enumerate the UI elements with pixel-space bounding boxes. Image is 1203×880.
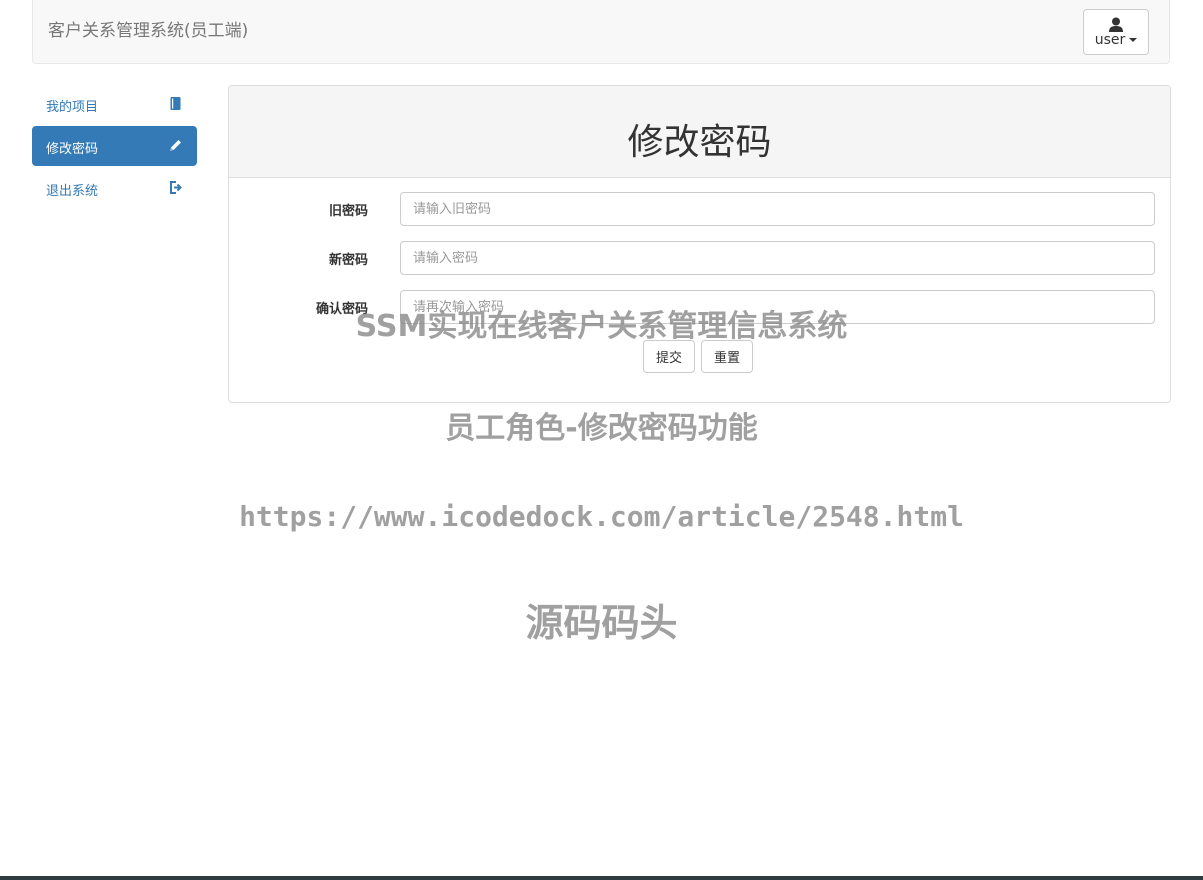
sidebar-item-logout[interactable]: 退出系统 <box>32 168 197 208</box>
logout-icon <box>170 181 182 194</box>
watermark-url: https://www.icodedock.com/article/2548.h… <box>239 500 964 533</box>
user-icon <box>1109 17 1123 32</box>
new-password-input[interactable] <box>400 241 1155 275</box>
user-menu-button[interactable]: user <box>1083 9 1149 55</box>
old-password-label: 旧密码 <box>328 204 368 219</box>
old-password-row: 旧密码 <box>229 192 1170 226</box>
sidebar-item-label: 退出系统 <box>46 184 99 199</box>
page-title: 修改密码 <box>627 122 772 163</box>
reset-button[interactable]: 重置 <box>701 340 754 373</box>
new-password-label: 新密码 <box>328 253 368 268</box>
caret-down-icon <box>1129 38 1138 42</box>
sidebar-item-my-projects[interactable]: 我的项目 <box>32 84 197 124</box>
sidebar-item-change-password[interactable]: 修改密码 <box>32 126 197 166</box>
watermark-subtitle: 员工角色-修改密码功能 <box>445 411 758 446</box>
panel-heading: 修改密码 <box>229 86 1170 178</box>
sidebar-item-label: 修改密码 <box>46 142 99 157</box>
book-icon <box>170 97 181 110</box>
watermark-source: 源码码头 <box>525 601 678 645</box>
sidebar-item-label: 我的项目 <box>46 100 99 115</box>
new-password-row: 新密码 <box>229 241 1170 275</box>
top-navbar: 客户关系管理系统(员工端) user <box>32 0 1170 64</box>
confirm-password-input[interactable] <box>400 290 1155 324</box>
app-brand[interactable]: 客户关系管理系统(员工端) <box>48 16 248 41</box>
confirm-password-label: 确认密码 <box>315 302 368 317</box>
confirm-password-row: 确认密码 <box>229 290 1170 324</box>
user-label: user <box>1094 32 1126 48</box>
old-password-input[interactable] <box>400 192 1155 226</box>
submit-button[interactable]: 提交 <box>643 340 696 373</box>
sidebar: 我的项目 修改密码 退出系统 <box>32 84 197 210</box>
pencil-icon <box>170 140 181 151</box>
change-password-panel: 修改密码 旧密码 新密码 确认密码 提交 重置 <box>228 85 1171 403</box>
bottom-bar <box>0 876 1203 880</box>
